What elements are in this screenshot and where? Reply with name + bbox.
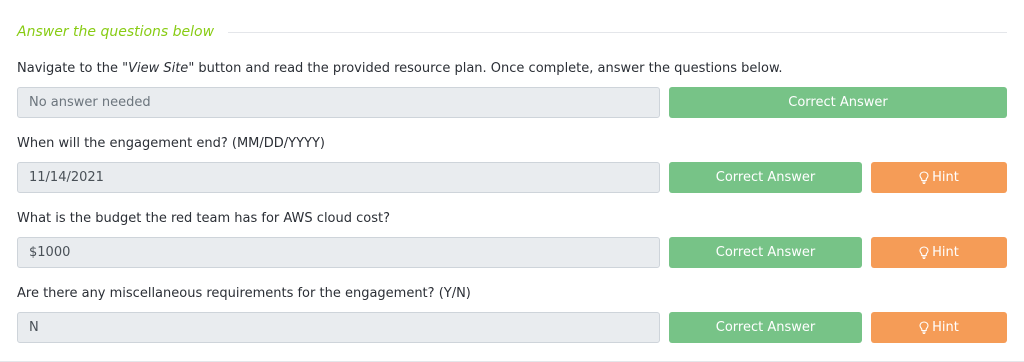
question-1-text-part: " button and read the provided resource … [188,61,783,76]
hint-button-4[interactable]: Hint [871,312,1007,343]
answer-field-4[interactable]: N [17,312,660,343]
section-header: Answer the questions below [17,24,1007,40]
section-divider [228,31,1007,33]
answer-field-1[interactable]: No answer needed [17,87,660,118]
correct-answer-button-4[interactable]: Correct Answer [669,312,862,343]
correct-answer-button-2[interactable]: Correct Answer [669,162,862,193]
view-site-emphasis: View Site [128,61,189,76]
hint-label: Hint [932,170,959,185]
lightbulb-icon [919,321,929,334]
hint-label: Hint [932,320,959,335]
task-questions-panel: Answer the questions below Navigate to t… [0,0,1024,362]
hint-label: Hint [932,245,959,260]
correct-answer-button-3[interactable]: Correct Answer [669,237,862,268]
lightbulb-icon [919,171,929,184]
correct-answer-button-1[interactable]: Correct Answer [669,87,1007,118]
section-title: Answer the questions below [17,24,215,40]
question-4-text: Are there any miscellaneous requirements… [17,286,471,301]
question-1-text: Navigate to the "View Site" button and r… [17,60,783,78]
hint-button-2[interactable]: Hint [871,162,1007,193]
question-2-text: When will the engagement end? (MM/DD/YYY… [17,136,326,151]
question-1-text-part: Navigate to the " [17,61,129,76]
hint-button-3[interactable]: Hint [871,237,1007,268]
lightbulb-icon [919,246,929,259]
answer-field-2[interactable]: 11/14/2021 [17,162,660,193]
question-3-text: What is the budget the red team has for … [17,211,391,226]
answer-field-3[interactable]: $1000 [17,237,660,268]
